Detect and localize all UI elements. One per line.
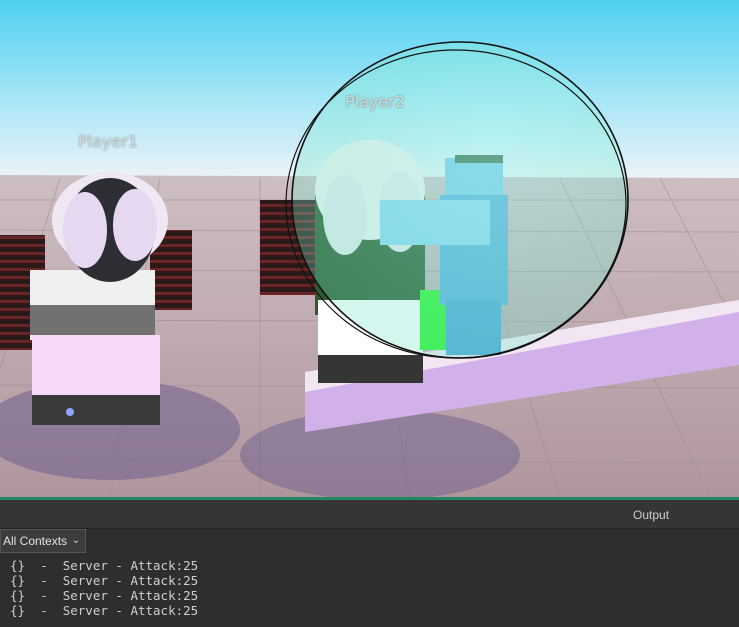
log-prefix: {} (10, 588, 26, 603)
log-line[interactable]: {} - Server - Attack:25 (0, 588, 739, 603)
log-line[interactable]: {} - Server - Attack:25 (0, 573, 739, 588)
log-message: Server - Attack:25 (62, 558, 199, 573)
chevron-down-icon: ⌄ (71, 535, 80, 546)
player1-name-tag: Player1 (78, 132, 138, 151)
log-separator: - (40, 588, 48, 603)
log-message: Server - Attack:25 (62, 588, 199, 603)
log-separator: - (40, 573, 48, 588)
output-log-list: {} - Server - Attack:25 {} - Server - At… (0, 558, 739, 618)
game-viewport[interactable]: Player1 Player2 (0, 0, 739, 497)
log-prefix: {} (10, 603, 26, 618)
log-message: Server - Attack:25 (62, 603, 199, 618)
context-filter-value: All Contexts (3, 534, 68, 548)
log-separator: - (40, 603, 48, 618)
log-line[interactable]: {} - Server - Attack:25 (0, 603, 739, 618)
log-line[interactable]: {} - Server - Attack:25 (0, 558, 739, 573)
player2-name-tag: Player2 (345, 92, 405, 111)
output-title: Output (633, 508, 670, 522)
log-separator: - (40, 558, 48, 573)
output-panel: Output All Contexts ⌄ {} - Server - Atta… (0, 500, 739, 627)
context-filter-dropdown[interactable]: All Contexts ⌄ (0, 529, 86, 553)
output-title-bar[interactable]: Output (0, 500, 739, 529)
log-message: Server - Attack:25 (62, 573, 199, 588)
scene-3d (0, 0, 739, 497)
log-prefix: {} (10, 558, 26, 573)
shadow (240, 410, 520, 497)
log-prefix: {} (10, 573, 26, 588)
